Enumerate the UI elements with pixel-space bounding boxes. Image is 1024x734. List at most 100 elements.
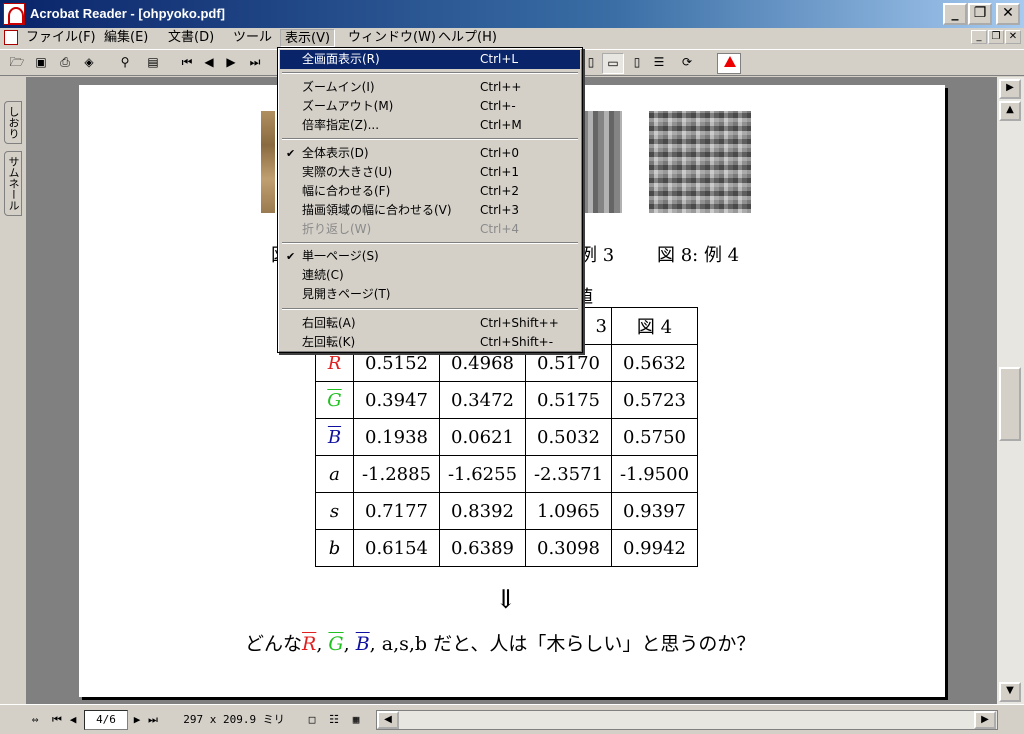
email-icon[interactable]: ◈	[78, 53, 100, 74]
row-label-b-blue: B	[315, 418, 354, 456]
menu-tools[interactable]: ツール	[229, 29, 276, 47]
menu-item-fit-visible[interactable]: 描画領域の幅に合わせる(V) Ctrl+3	[280, 201, 580, 220]
row-label-s: s	[315, 492, 354, 530]
adobe-logo-icon[interactable]	[717, 53, 741, 74]
facing-small-icon[interactable]: ▦	[348, 710, 364, 730]
table-cell: 0.3098	[525, 529, 612, 567]
question-sep-2: ,	[343, 633, 356, 655]
menu-edit[interactable]: 編集(E)	[100, 29, 152, 47]
first-page-small-icon[interactable]: ⏮	[50, 710, 64, 730]
single-page-icon[interactable]: ▭	[602, 53, 624, 74]
acrobat-app-icon[interactable]	[3, 3, 25, 25]
caption-example-4: 図 8: 例 4	[657, 245, 740, 266]
table-cell: 0.6154	[353, 529, 440, 567]
table-row: b 0.6154 0.6389 0.3098 0.9942	[315, 529, 698, 567]
question-g: G	[328, 633, 344, 655]
check-icon: ✔	[286, 147, 296, 160]
question-suffix: , a,s,b だと、人は「木らしい」と思うのか？	[369, 633, 756, 655]
maximize-button[interactable]: ❐	[968, 3, 992, 25]
fit-page-icon[interactable]: ▯	[580, 53, 602, 74]
table-cell: 0.1938	[353, 418, 440, 456]
menu-item-reflow: 折り返し(W) Ctrl+4	[302, 222, 520, 236]
table-cell: -2.3571	[525, 455, 612, 493]
scroll-left-arrow-icon[interactable]: ◀	[377, 711, 399, 729]
tab-thumbnails[interactable]: サムネール	[4, 151, 22, 216]
prev-page-small-icon[interactable]: ◀	[66, 710, 80, 730]
table-cell: -1.9500	[611, 455, 698, 493]
table-cell: 0.0621	[439, 418, 526, 456]
texture-image-4	[649, 111, 751, 213]
menu-item-facing-pages[interactable]: 見開きページ(T)	[280, 285, 580, 304]
wood-image	[261, 111, 275, 213]
menu-item-fit-width[interactable]: 幅に合わせる(F) Ctrl+2	[280, 182, 580, 201]
doc-restore-button[interactable]: ❐	[988, 30, 1004, 44]
table-cell: 0.3472	[439, 381, 526, 419]
menu-document[interactable]: 文書(D)	[164, 29, 218, 47]
menu-item-rotate-clockwise[interactable]: 右回転(A) Ctrl+Shift++	[280, 314, 580, 333]
doc-close-button[interactable]: ✕	[1005, 30, 1021, 44]
show-navigation-icon[interactable]: ▤	[142, 53, 164, 74]
row-label-b: b	[315, 529, 354, 567]
question-text: どんなR, G, B, a,s,b だと、人は「木らしい」と思うのか？	[245, 629, 755, 656]
find-icon[interactable]: ⚲	[114, 53, 136, 74]
next-page-icon[interactable]: ▶	[220, 53, 242, 74]
scroll-right-small-arrow-icon[interactable]: ▶	[974, 711, 996, 729]
tab-bookmarks[interactable]: しおり	[4, 101, 22, 144]
table-cell: 0.3947	[353, 381, 440, 419]
single-page-small-icon[interactable]: □	[304, 710, 320, 730]
page-size-text: 297 x 209.9 ミリ	[183, 713, 285, 726]
window-title: Acrobat Reader - [ohpyoko.pdf]	[30, 6, 226, 21]
table-row: B 0.1938 0.0621 0.5032 0.5750	[315, 418, 698, 456]
close-button[interactable]: ✕	[996, 3, 1020, 25]
vertical-scrollbar[interactable]: ▶ ▲ ▼	[997, 77, 1024, 704]
menu-window[interactable]: ウィンドウ(W)	[344, 29, 440, 47]
continuous-icon[interactable]: ▯	[626, 53, 648, 74]
menu-item-single-page[interactable]: ✔ 単一ページ(S)	[280, 247, 580, 266]
caption-example-3: 例 3	[579, 245, 615, 266]
menu-item-continuous[interactable]: 連続(C)	[280, 266, 580, 285]
scroll-down-arrow-icon[interactable]: ▼	[999, 682, 1021, 702]
menu-help[interactable]: ヘルプ(H)	[434, 29, 501, 47]
menu-view[interactable]: 表示(V)	[280, 29, 336, 47]
menu-item-rotate-counterclockwise[interactable]: 左回転(K) Ctrl+Shift+-	[280, 333, 580, 352]
previous-page-icon[interactable]: ◀	[198, 53, 220, 74]
menu-item-zoom-in[interactable]: ズームイン(I) Ctrl++	[280, 78, 580, 97]
open-icon[interactable]: 🗁	[6, 53, 28, 74]
menu-separator	[282, 138, 578, 140]
menu-separator	[282, 308, 578, 310]
scroll-up-arrow-icon[interactable]: ▲	[999, 101, 1021, 121]
rotate-icon[interactable]: ⟳	[676, 53, 698, 74]
view-menu-dropdown: 全画面表示(R) Ctrl+L ズームイン(I) Ctrl++ ズームアウト(M) C…	[277, 47, 583, 353]
continuous-small-icon[interactable]: ☷	[326, 710, 342, 730]
scroll-right-arrow-icon[interactable]: ▶	[999, 79, 1021, 99]
table-cell: 0.5175	[525, 381, 612, 419]
minimize-button[interactable]: _	[943, 3, 967, 25]
menu-bar: ファイル(F) 編集(E) 文書(D) ツール 表示(V) ウィンドウ(W) ヘ…	[0, 28, 1024, 48]
page-nav-icon[interactable]: ⇔	[26, 710, 44, 730]
next-page-small-icon[interactable]: ▶	[130, 710, 144, 730]
reflow-icon[interactable]: ☰	[648, 53, 670, 74]
scroll-thumb[interactable]	[999, 367, 1021, 441]
table-cell: 0.7177	[353, 492, 440, 530]
horizontal-scrollbar[interactable]: ◀ ▶	[376, 710, 998, 730]
menu-item-actual-size[interactable]: 実際の大きさ(U) Ctrl+1	[280, 163, 580, 182]
menu-separator	[282, 242, 578, 244]
menu-item-zoom-to[interactable]: 倍率指定(Z)... Ctrl+M	[280, 116, 580, 135]
menu-item-zoom-out[interactable]: ズームアウト(M) Ctrl+-	[280, 97, 580, 116]
first-page-icon[interactable]: ⏮	[176, 53, 198, 74]
menu-item-full-screen[interactable]: 全画面表示(R) Ctrl+L	[280, 50, 580, 69]
document-icon[interactable]	[4, 30, 18, 45]
table-cell: 0.5032	[525, 418, 612, 456]
row-label-a: a	[315, 455, 354, 493]
save-icon[interactable]: ▣	[30, 53, 52, 74]
doc-minimize-button[interactable]: _	[971, 30, 987, 44]
menu-file[interactable]: ファイル(F)	[22, 29, 100, 47]
last-page-icon[interactable]: ⏭	[244, 53, 266, 74]
title-bar: Acrobat Reader - [ohpyoko.pdf] _ ❐ ✕	[0, 0, 1024, 28]
page-number-field[interactable]: 4/6	[84, 710, 128, 730]
print-icon[interactable]: ⎙	[54, 53, 76, 74]
table-cell: 0.6389	[439, 529, 526, 567]
last-page-small-icon[interactable]: ⏭	[146, 710, 160, 730]
header-cell: 図 4	[611, 307, 698, 345]
menu-item-fit-page[interactable]: ✔ 全体表示(D) Ctrl+0	[280, 144, 580, 163]
